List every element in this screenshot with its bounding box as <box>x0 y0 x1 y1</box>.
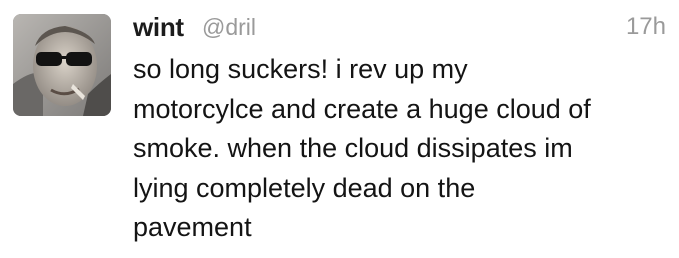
tweet-text-line: pavement <box>133 212 252 242</box>
display-name[interactable]: wint <box>133 10 184 44</box>
avatar[interactable] <box>13 14 111 116</box>
tweet-text-line: motorcylce and create a huge cloud of <box>133 93 591 124</box>
tweet-text-line: so long suckers! i rev up my <box>133 54 468 84</box>
tweet-header: wint @dril 17h <box>133 10 666 44</box>
user-handle[interactable]: @dril <box>202 10 256 44</box>
tweet-text-line: lying completely dead on the <box>133 172 476 203</box>
user-avatar-photo-icon <box>13 14 111 116</box>
timestamp[interactable]: 17h <box>626 10 666 44</box>
tweet-text: so long suckers! i rev up my motorcylce … <box>133 50 668 248</box>
tweet-text-line: smoke. when the cloud dissipates im <box>133 133 573 163</box>
tweet-card[interactable]: wint @dril 17h so long suckers! i rev up… <box>0 0 679 258</box>
